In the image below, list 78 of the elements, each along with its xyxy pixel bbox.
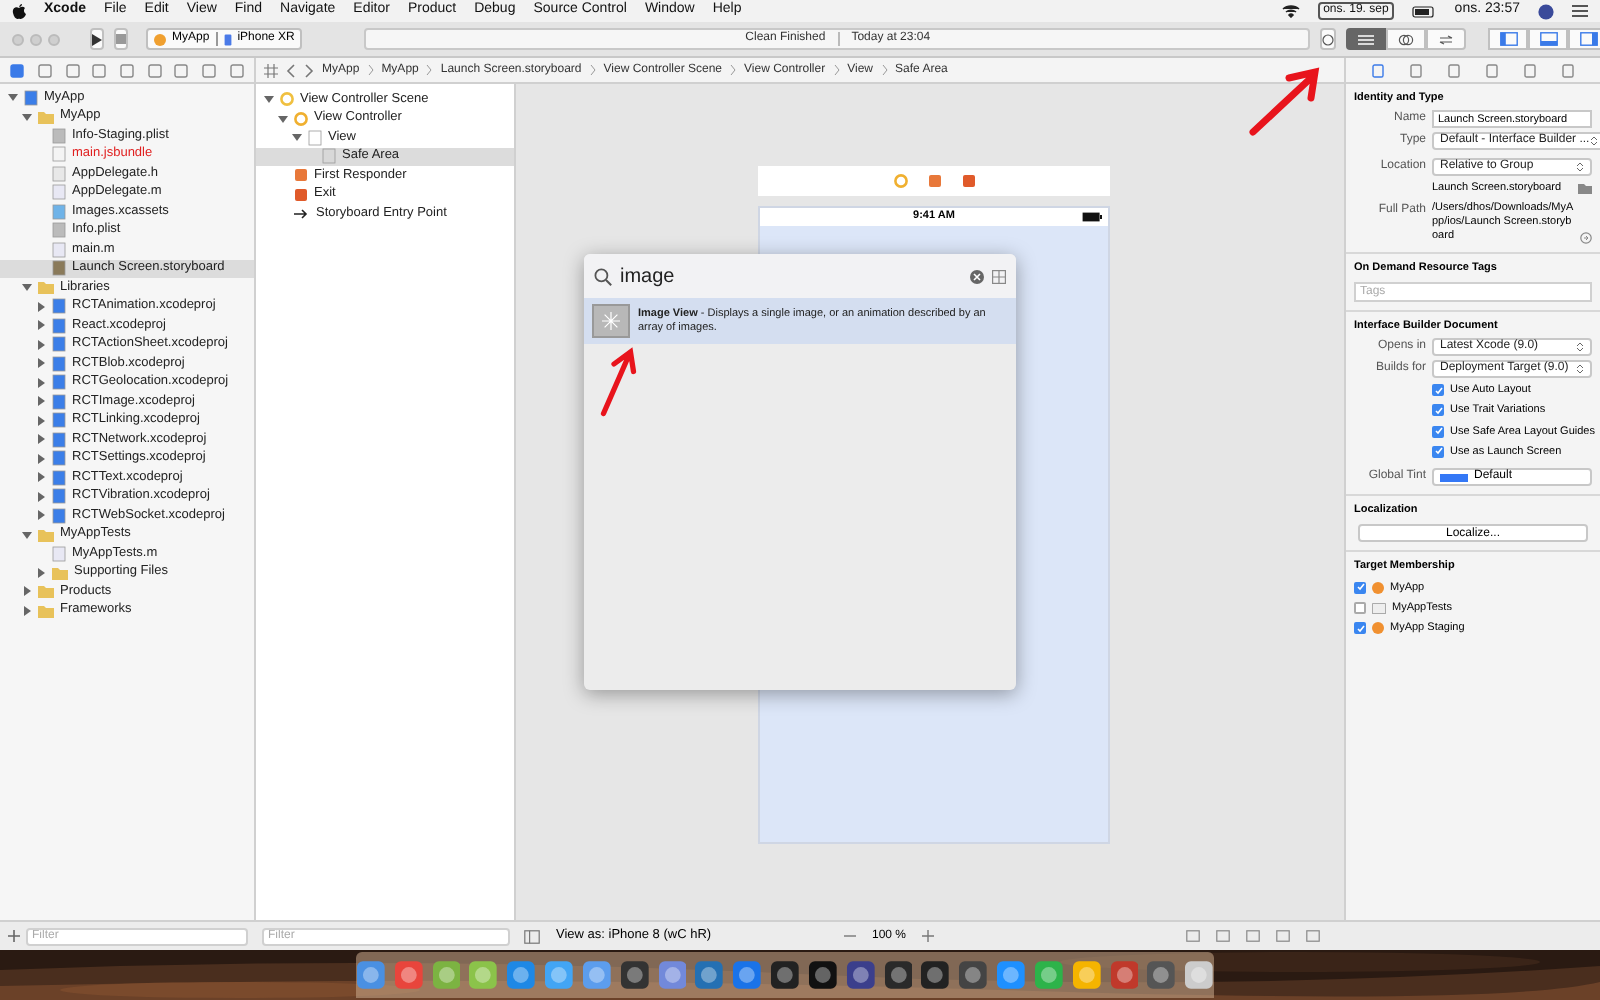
wifi-icon[interactable] — [1281, 4, 1300, 18]
app-icon — [1372, 581, 1384, 594]
inspector-tab-icon[interactable] — [1524, 63, 1537, 77]
document-icon — [52, 545, 66, 562]
layout-tool-icon[interactable] — [1186, 930, 1200, 942]
panel-toggle-button[interactable] — [1528, 28, 1569, 50]
chevron-icon — [881, 64, 888, 76]
search-field[interactable]: image — [584, 254, 1016, 298]
add-icon[interactable] — [8, 930, 20, 942]
run-button[interactable] — [90, 28, 104, 50]
folder-icon[interactable] — [1578, 182, 1592, 195]
sidebar-toggle-icon[interactable] — [524, 929, 540, 943]
rings-icon — [1398, 33, 1415, 45]
inspector-tab-icon[interactable] — [1447, 63, 1460, 77]
lines-icon — [1358, 33, 1375, 45]
cube-icon — [927, 174, 941, 188]
stop-icon — [116, 34, 126, 44]
library-button[interactable] — [1320, 28, 1337, 50]
chevron-icon — [833, 64, 840, 76]
color-swatch — [1440, 473, 1468, 481]
siri-icon[interactable] — [1538, 3, 1554, 19]
battery-icon — [1082, 212, 1102, 222]
back-icon[interactable] — [286, 63, 296, 77]
chevron-icon — [426, 64, 433, 76]
folder-icon — [38, 109, 54, 124]
app-icon[interactable] — [1184, 960, 1215, 990]
inspector-tab-icon[interactable] — [1486, 63, 1499, 77]
circle-icon — [893, 174, 907, 188]
assistant-editor-button[interactable] — [1386, 28, 1427, 50]
grid-icon[interactable] — [264, 63, 278, 77]
panel-icon — [1539, 32, 1558, 46]
folder-icon — [1372, 601, 1386, 614]
cube-icon — [961, 174, 975, 188]
checkbox[interactable] — [1354, 601, 1366, 614]
circle-icon — [294, 111, 308, 126]
panel-toggle-button[interactable] — [1568, 28, 1600, 50]
zoom-in-icon[interactable] — [922, 930, 934, 942]
arrow-icon — [294, 207, 310, 220]
app-icon[interactable] — [807, 960, 838, 990]
layout-tool-icon[interactable] — [1306, 930, 1320, 942]
list-icon[interactable] — [1572, 4, 1588, 18]
forward-icon[interactable] — [304, 63, 314, 77]
zoom-out-icon[interactable] — [843, 930, 856, 942]
circle-icon — [280, 92, 294, 107]
folder-icon — [38, 527, 54, 542]
arrows-icon — [1438, 33, 1455, 45]
chevron-icon — [730, 64, 737, 76]
inspector-tab-icon[interactable] — [1409, 63, 1422, 77]
app-icon — [154, 33, 166, 45]
layout-tool-icon[interactable] — [1216, 930, 1230, 942]
apple-icon[interactable] — [12, 3, 26, 19]
app-icon[interactable] — [355, 960, 386, 990]
inspector-tab-icon[interactable] — [1562, 63, 1575, 77]
inspector-tab-icon[interactable] — [1371, 63, 1384, 77]
chevron-icon — [589, 64, 596, 76]
app-icon — [1372, 622, 1384, 635]
image-view-icon — [592, 304, 630, 338]
reveal-arrow-icon[interactable] — [1580, 231, 1592, 243]
stop-button[interactable] — [114, 28, 128, 50]
standard-editor-button[interactable] — [1346, 28, 1387, 50]
panel-icon — [1499, 32, 1518, 46]
play-icon — [92, 33, 102, 45]
grid-view-icon[interactable] — [992, 269, 1006, 283]
layout-tool-icon[interactable] — [1276, 930, 1290, 942]
layout-tool-icon[interactable] — [1246, 930, 1260, 942]
panel-toggle-button[interactable] — [1488, 28, 1529, 50]
document-icon — [24, 89, 38, 106]
battery-icon[interactable] — [1412, 5, 1437, 17]
chevron-icon — [1576, 162, 1584, 173]
phone-icon — [223, 33, 232, 45]
clear-icon[interactable] — [970, 269, 984, 283]
panel-icon — [1579, 32, 1598, 46]
chevron-icon — [367, 64, 374, 76]
chevron-icon — [1576, 342, 1584, 352]
circle-icon — [1322, 33, 1335, 45]
chevron-icon — [1576, 364, 1584, 374]
search-icon — [594, 267, 612, 285]
chevron-icon — [1589, 136, 1598, 147]
